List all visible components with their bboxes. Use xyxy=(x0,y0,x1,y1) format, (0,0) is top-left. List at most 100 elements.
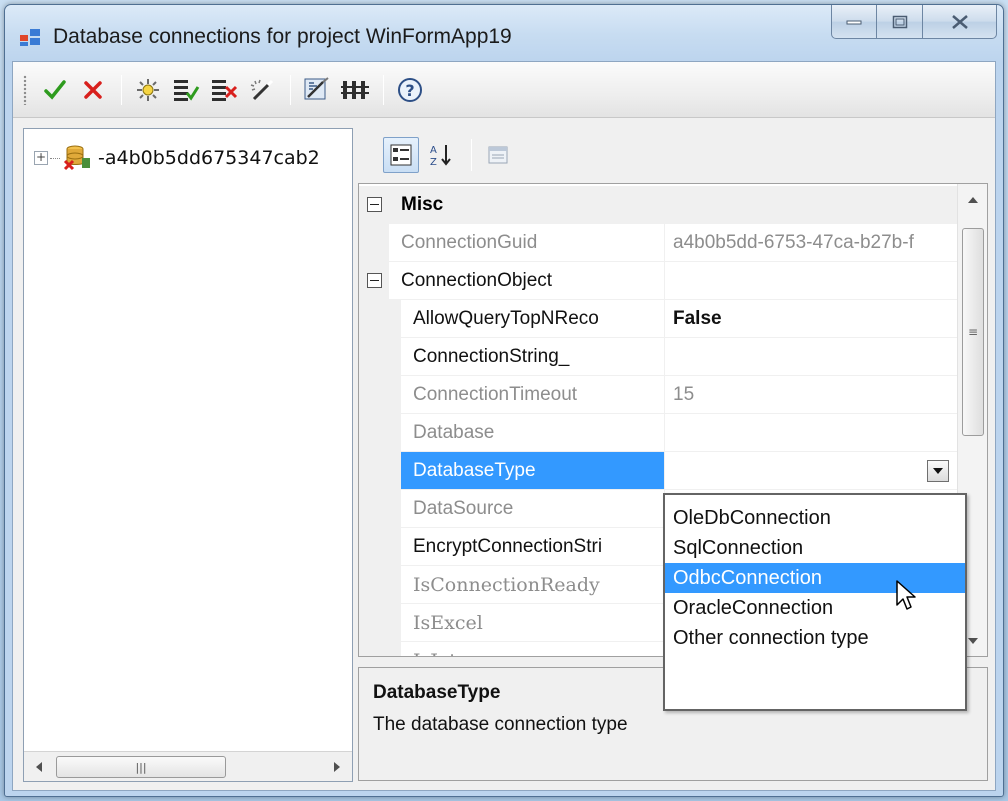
delete-list-icon xyxy=(212,79,238,101)
new-connection-button[interactable] xyxy=(132,73,164,107)
grip-lines-icon: ||| xyxy=(135,760,147,774)
svg-text:A: A xyxy=(430,145,437,156)
dropdown-option-other[interactable]: Other connection type xyxy=(665,623,965,653)
horizontal-scrollbar[interactable]: ||| xyxy=(24,751,352,781)
dropdown-button[interactable] xyxy=(927,460,949,482)
property-value[interactable] xyxy=(665,452,959,490)
dropdown-option-oledb[interactable]: OleDbConnection xyxy=(665,503,965,533)
compare-button[interactable] xyxy=(339,73,371,107)
accept-list-icon xyxy=(174,79,200,101)
description-title: DatabaseType xyxy=(373,682,501,703)
property-name: DatabaseType xyxy=(401,452,665,490)
property-pages-icon xyxy=(488,146,508,164)
category-row-misc[interactable]: Misc xyxy=(359,186,959,224)
toolbar-grip[interactable] xyxy=(23,74,27,105)
alphabetical-button[interactable]: AZ xyxy=(423,137,459,173)
categorized-button[interactable] xyxy=(383,137,419,173)
property-value[interactable] xyxy=(665,338,959,376)
row-margin xyxy=(359,604,401,642)
scroll-up-button[interactable] xyxy=(958,186,987,212)
red-x-icon xyxy=(84,80,102,99)
compare-icon xyxy=(341,80,369,99)
tree-node-connection[interactable]: + -a4b0b5dd675347cab2 xyxy=(34,143,320,173)
property-name: Database xyxy=(401,414,665,452)
toolbar-separator xyxy=(290,74,291,105)
row-margin xyxy=(359,262,389,300)
vertical-scroll-thumb[interactable]: ≡ xyxy=(962,228,984,436)
row-margin xyxy=(359,414,401,452)
property-grid-toolbar xyxy=(381,72,1008,116)
property-pages-button[interactable] xyxy=(480,137,516,173)
scroll-right-button[interactable] xyxy=(322,752,352,782)
property-name: ConnectionString_ xyxy=(401,338,665,376)
tree-node-label: -a4b0b5dd675347cab2 xyxy=(98,147,320,169)
property-row-connection-timeout[interactable]: ConnectionTimeout 15 xyxy=(359,376,959,414)
database-type-dropdown-list[interactable]: OleDbConnection SqlConnection OdbcConnec… xyxy=(663,493,967,711)
arrow-up-icon xyxy=(968,196,978,203)
chevron-down-icon xyxy=(933,468,943,474)
scroll-left-button[interactable] xyxy=(24,752,54,782)
scan-icon xyxy=(304,76,329,99)
property-name: ConnectionObject xyxy=(389,262,665,300)
arrow-left-icon xyxy=(36,762,42,772)
property-row-connection-string[interactable]: ConnectionString_ xyxy=(359,338,959,376)
property-name: ConnectionGuid xyxy=(389,224,665,262)
property-value: a4b0b5dd-6753-47ca-b27b-f xyxy=(665,224,959,262)
app-icon xyxy=(20,29,40,46)
row-margin xyxy=(359,528,401,566)
close-button[interactable] xyxy=(923,5,997,39)
connection-tree[interactable]: + -a4b0b5dd675347cab2 ||| xyxy=(23,128,353,782)
dialog-window: Database connections for project WinForm… xyxy=(4,4,1004,797)
minimize-icon xyxy=(846,20,862,24)
description-text: The database connection type xyxy=(373,714,628,735)
category-label: Misc xyxy=(389,186,959,224)
property-value[interactable]: False xyxy=(665,300,959,338)
property-row-database-type[interactable]: DatabaseType xyxy=(359,452,959,490)
title-bar[interactable]: Database connections for project WinForm… xyxy=(5,5,1003,61)
accept-list-button[interactable] xyxy=(170,73,202,107)
property-toolbar-separator xyxy=(471,139,472,171)
property-name: IsJet xyxy=(401,642,665,656)
row-margin xyxy=(359,338,401,376)
maximize-icon xyxy=(892,15,907,28)
property-name: ConnectionTimeout xyxy=(401,376,665,414)
svg-text:Z: Z xyxy=(430,157,437,168)
row-margin xyxy=(359,376,401,414)
row-margin xyxy=(359,566,401,604)
cancel-button[interactable] xyxy=(77,73,109,107)
row-margin xyxy=(359,642,401,656)
row-margin xyxy=(359,490,401,528)
row-margin xyxy=(359,300,401,338)
wizard-button[interactable] xyxy=(246,73,278,107)
category-row-connection-object[interactable]: ConnectionObject xyxy=(359,262,959,300)
property-row-allow-query[interactable]: AllowQueryTopNReco False xyxy=(359,300,959,338)
property-value xyxy=(665,262,959,300)
property-grid-toolbar: AZ xyxy=(383,133,520,177)
new-connection-icon xyxy=(137,78,159,101)
database-error-icon xyxy=(63,145,90,171)
arrow-right-icon xyxy=(334,762,340,772)
collapse-toggle[interactable] xyxy=(367,197,382,212)
checkmark-icon xyxy=(44,79,66,100)
minimize-button[interactable] xyxy=(831,5,877,39)
delete-list-button[interactable] xyxy=(208,73,240,107)
property-row-connection-guid[interactable]: ConnectionGuid a4b0b5dd-6753-47ca-b27b-f xyxy=(359,224,959,262)
maximize-button[interactable] xyxy=(877,5,923,39)
accept-button[interactable] xyxy=(39,73,71,107)
scan-button[interactable] xyxy=(301,73,333,107)
grip-lines-icon: ≡ xyxy=(967,325,979,339)
property-name: IsConnectionReady xyxy=(401,566,665,604)
row-margin xyxy=(359,452,401,490)
horizontal-scroll-thumb[interactable]: ||| xyxy=(56,756,226,778)
tree-expander-plus[interactable]: + xyxy=(34,151,48,165)
window-title: Database connections for project WinForm… xyxy=(53,25,512,48)
property-value: 15 xyxy=(665,376,959,414)
property-name: AllowQueryTopNReco xyxy=(401,300,665,338)
caption-buttons xyxy=(831,5,997,39)
property-row-database[interactable]: Database xyxy=(359,414,959,452)
tree-connector-line xyxy=(50,157,60,159)
dropdown-option-sql[interactable]: SqlConnection xyxy=(665,533,965,563)
collapse-toggle[interactable] xyxy=(367,273,382,288)
close-icon xyxy=(951,14,968,29)
categorized-icon xyxy=(390,144,412,166)
